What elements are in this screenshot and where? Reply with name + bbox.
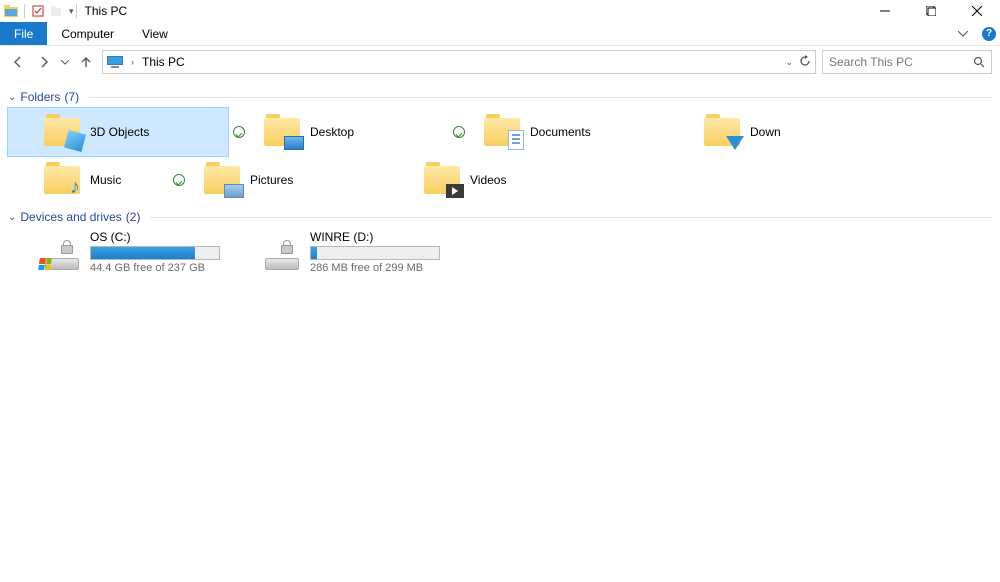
explorer-icon <box>4 4 18 18</box>
window-controls <box>862 0 1000 22</box>
title-bar: ▾ This PC <box>0 0 1000 22</box>
folder-icon <box>702 112 742 152</box>
tab-view[interactable]: View <box>128 22 182 45</box>
group-count: (2) <box>126 210 141 224</box>
folder-label: 3D Objects <box>90 125 149 139</box>
sync-status-icon <box>172 173 186 187</box>
recent-dropdown-icon[interactable] <box>60 52 70 72</box>
properties-icon[interactable] <box>31 4 45 18</box>
separator <box>76 4 77 18</box>
ribbon-spacer <box>182 22 948 45</box>
folder-label: Desktop <box>310 125 354 139</box>
maximize-button[interactable] <box>908 0 954 22</box>
group-label: Folders <box>20 90 60 104</box>
help-icon: ? <box>982 27 996 41</box>
folder-videos[interactable]: Videos <box>388 156 608 204</box>
folder-icon <box>42 160 82 200</box>
folder-desktop[interactable]: Desktop <box>228 108 448 156</box>
chevron-down-icon: ⌄ <box>8 212 16 223</box>
folders-grid: 3D Objects Desktop Documents Down Music … <box>8 108 992 204</box>
tab-computer[interactable]: Computer <box>47 22 128 45</box>
folder-label: Music <box>90 173 121 187</box>
navigation-bar: › This PC ⌄ Search This PC <box>0 46 1000 78</box>
sync-status-icon <box>232 125 246 139</box>
drive-winre-d[interactable]: WINRE (D:) 286 MB free of 299 MB <box>228 228 448 276</box>
address-bar[interactable]: › This PC ⌄ <box>102 50 816 74</box>
search-icon <box>973 56 985 68</box>
drives-grid: OS (C:) 44.4 GB free of 237 GB WINRE (D:… <box>8 228 992 276</box>
qat-dropdown-icon[interactable]: ▾ <box>69 6 74 17</box>
chevron-down-icon: ⌄ <box>8 92 16 103</box>
minimize-button[interactable] <box>862 0 908 22</box>
folder-3d-objects[interactable]: 3D Objects <box>8 108 228 156</box>
drive-name: WINRE (D:) <box>310 230 444 244</box>
drive-usage-bar <box>310 246 440 260</box>
folder-downloads[interactable]: Down <box>668 108 888 156</box>
separator <box>24 4 25 18</box>
folder-icon <box>42 112 82 152</box>
close-button[interactable] <box>954 0 1000 22</box>
up-button[interactable] <box>76 52 96 72</box>
ribbon-collapse-icon[interactable] <box>948 22 978 45</box>
folder-label: Videos <box>470 173 506 187</box>
window-title: This PC <box>85 4 128 18</box>
drive-free-text: 44.4 GB free of 237 GB <box>90 262 224 274</box>
drive-name: OS (C:) <box>90 230 224 244</box>
address-dropdown-icon[interactable]: ⌄ <box>785 57 793 68</box>
lock-icon <box>281 240 293 254</box>
group-header-folders[interactable]: ⌄ Folders (7) <box>8 90 992 104</box>
folder-label: Documents <box>530 125 591 139</box>
ribbon-tabs: File Computer View ? <box>0 22 1000 46</box>
folder-icon <box>482 112 522 152</box>
drive-icon <box>42 230 82 270</box>
help-button[interactable]: ? <box>978 22 1000 45</box>
group-count: (7) <box>64 90 79 104</box>
search-input[interactable]: Search This PC <box>822 50 992 74</box>
refresh-button[interactable] <box>799 55 811 70</box>
folder-icon <box>422 160 462 200</box>
tab-file[interactable]: File <box>0 22 47 45</box>
new-folder-icon[interactable] <box>49 4 63 18</box>
lock-icon <box>61 240 73 254</box>
breadcrumb[interactable]: This PC <box>142 55 185 69</box>
folder-documents[interactable]: Documents <box>448 108 668 156</box>
folder-label: Pictures <box>250 173 293 187</box>
forward-button[interactable] <box>34 52 54 72</box>
folder-music[interactable]: Music <box>8 156 168 204</box>
chevron-right-icon[interactable]: › <box>131 57 134 67</box>
address-bar-right: ⌄ <box>785 55 811 70</box>
drive-usage-bar <box>90 246 220 260</box>
quick-access-toolbar: ▾ <box>4 4 74 18</box>
drive-os-c[interactable]: OS (C:) 44.4 GB free of 237 GB <box>8 228 228 276</box>
folder-icon <box>202 160 242 200</box>
folder-label: Down <box>750 125 781 139</box>
folder-icon <box>262 112 302 152</box>
group-label: Devices and drives <box>20 210 121 224</box>
drive-icon <box>262 230 302 270</box>
folder-pictures[interactable]: Pictures <box>168 156 388 204</box>
group-header-drives[interactable]: ⌄ Devices and drives (2) <box>8 210 992 224</box>
search-placeholder: Search This PC <box>829 55 973 69</box>
content-pane: ⌄ Folders (7) 3D Objects Desktop Documen… <box>0 78 1000 276</box>
sync-status-icon <box>452 125 466 139</box>
back-button[interactable] <box>8 52 28 72</box>
drive-free-text: 286 MB free of 299 MB <box>310 262 444 274</box>
this-pc-icon <box>107 56 123 68</box>
windows-flag-icon <box>39 258 53 272</box>
